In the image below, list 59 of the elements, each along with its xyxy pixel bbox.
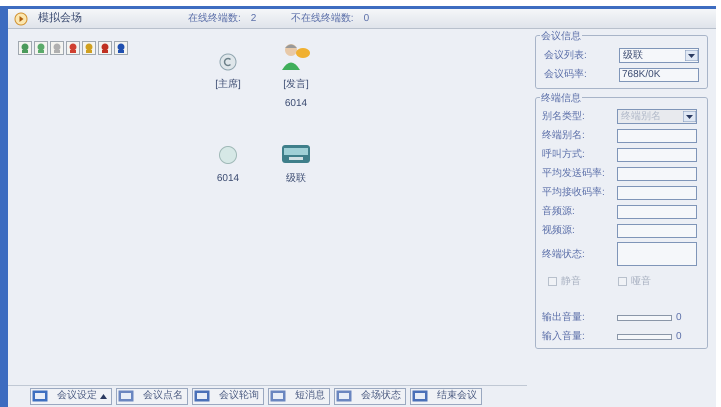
text-field[interactable] [617,128,697,142]
field-label: 音频源: [542,204,576,219]
offline-count: 0 [364,12,370,26]
terminal-label: [主席] [215,78,241,92]
terminal-number: 6014 [284,97,308,111]
volume-meter [617,314,672,320]
field-label: 会议列表: [544,48,588,63]
meter-reading: 0 [676,311,682,325]
toolbar-button[interactable]: 会议轮询 [192,388,264,404]
field-label: 呼叫方式: [542,148,586,162]
button-icon [32,390,48,402]
meter-label: 输出音量: [542,310,586,325]
field-label: 终端状态: [542,248,586,262]
text-field[interactable] [617,242,697,266]
meter-reading: 0 [676,330,682,344]
dropdown[interactable]: 级联 [619,48,699,63]
meter-label: 输入音量: [542,330,586,344]
checkbox-label: 静音 [561,274,581,288]
text-field[interactable] [617,186,697,200]
rate-field[interactable]: 768K/0K [619,68,699,82]
field-label: 平均接收码率: [542,186,606,200]
caret-icon [685,50,698,61]
online-label: 在线终端数: [188,12,241,26]
text-field[interactable] [617,148,697,162]
toolbar-button[interactable]: 会场状态 [334,388,406,404]
online-count: 2 [250,12,258,26]
toolbar-button[interactable]: 结束会议 [410,388,482,404]
person-speech-icon [281,41,311,71]
button-icon [412,390,428,402]
checkbox[interactable] [548,276,557,286]
button-icon [270,390,286,402]
button-icon [336,390,352,402]
checkbox[interactable] [618,276,627,286]
offline-label: 不在线终端数: [290,12,354,26]
device-icon [281,143,311,165]
field-label: 视频源: [542,224,576,238]
chair-badge-icon [219,53,237,71]
text-field[interactable] [617,224,697,238]
field-label: 别名类型: [542,110,586,124]
field-label: 终端别名: [542,128,586,143]
toolbar-button[interactable]: 短消息 [268,388,330,404]
checkbox-label: 哑音 [631,274,651,288]
button-icon [194,390,210,402]
volume-meter [617,334,672,340]
window-title: 模拟会场 [38,10,83,26]
circle-icon [218,145,238,165]
play-icon[interactable] [14,12,28,26]
terminal-label: 级联 [286,172,306,186]
caret-icon [683,111,696,122]
field-label: 平均发送码率: [542,166,606,181]
toolbar-button[interactable]: 会议设定 [30,388,112,404]
button-icon [118,390,134,402]
toolbar-button[interactable]: 会议点名 [116,388,188,404]
field-label: 会议码率: [544,68,588,82]
text-field[interactable] [617,166,697,180]
caret-up-icon [100,394,107,398]
terminal-label: [发言] [283,78,309,92]
terminal-label: 6014 [216,172,240,186]
text-field[interactable] [617,204,697,218]
